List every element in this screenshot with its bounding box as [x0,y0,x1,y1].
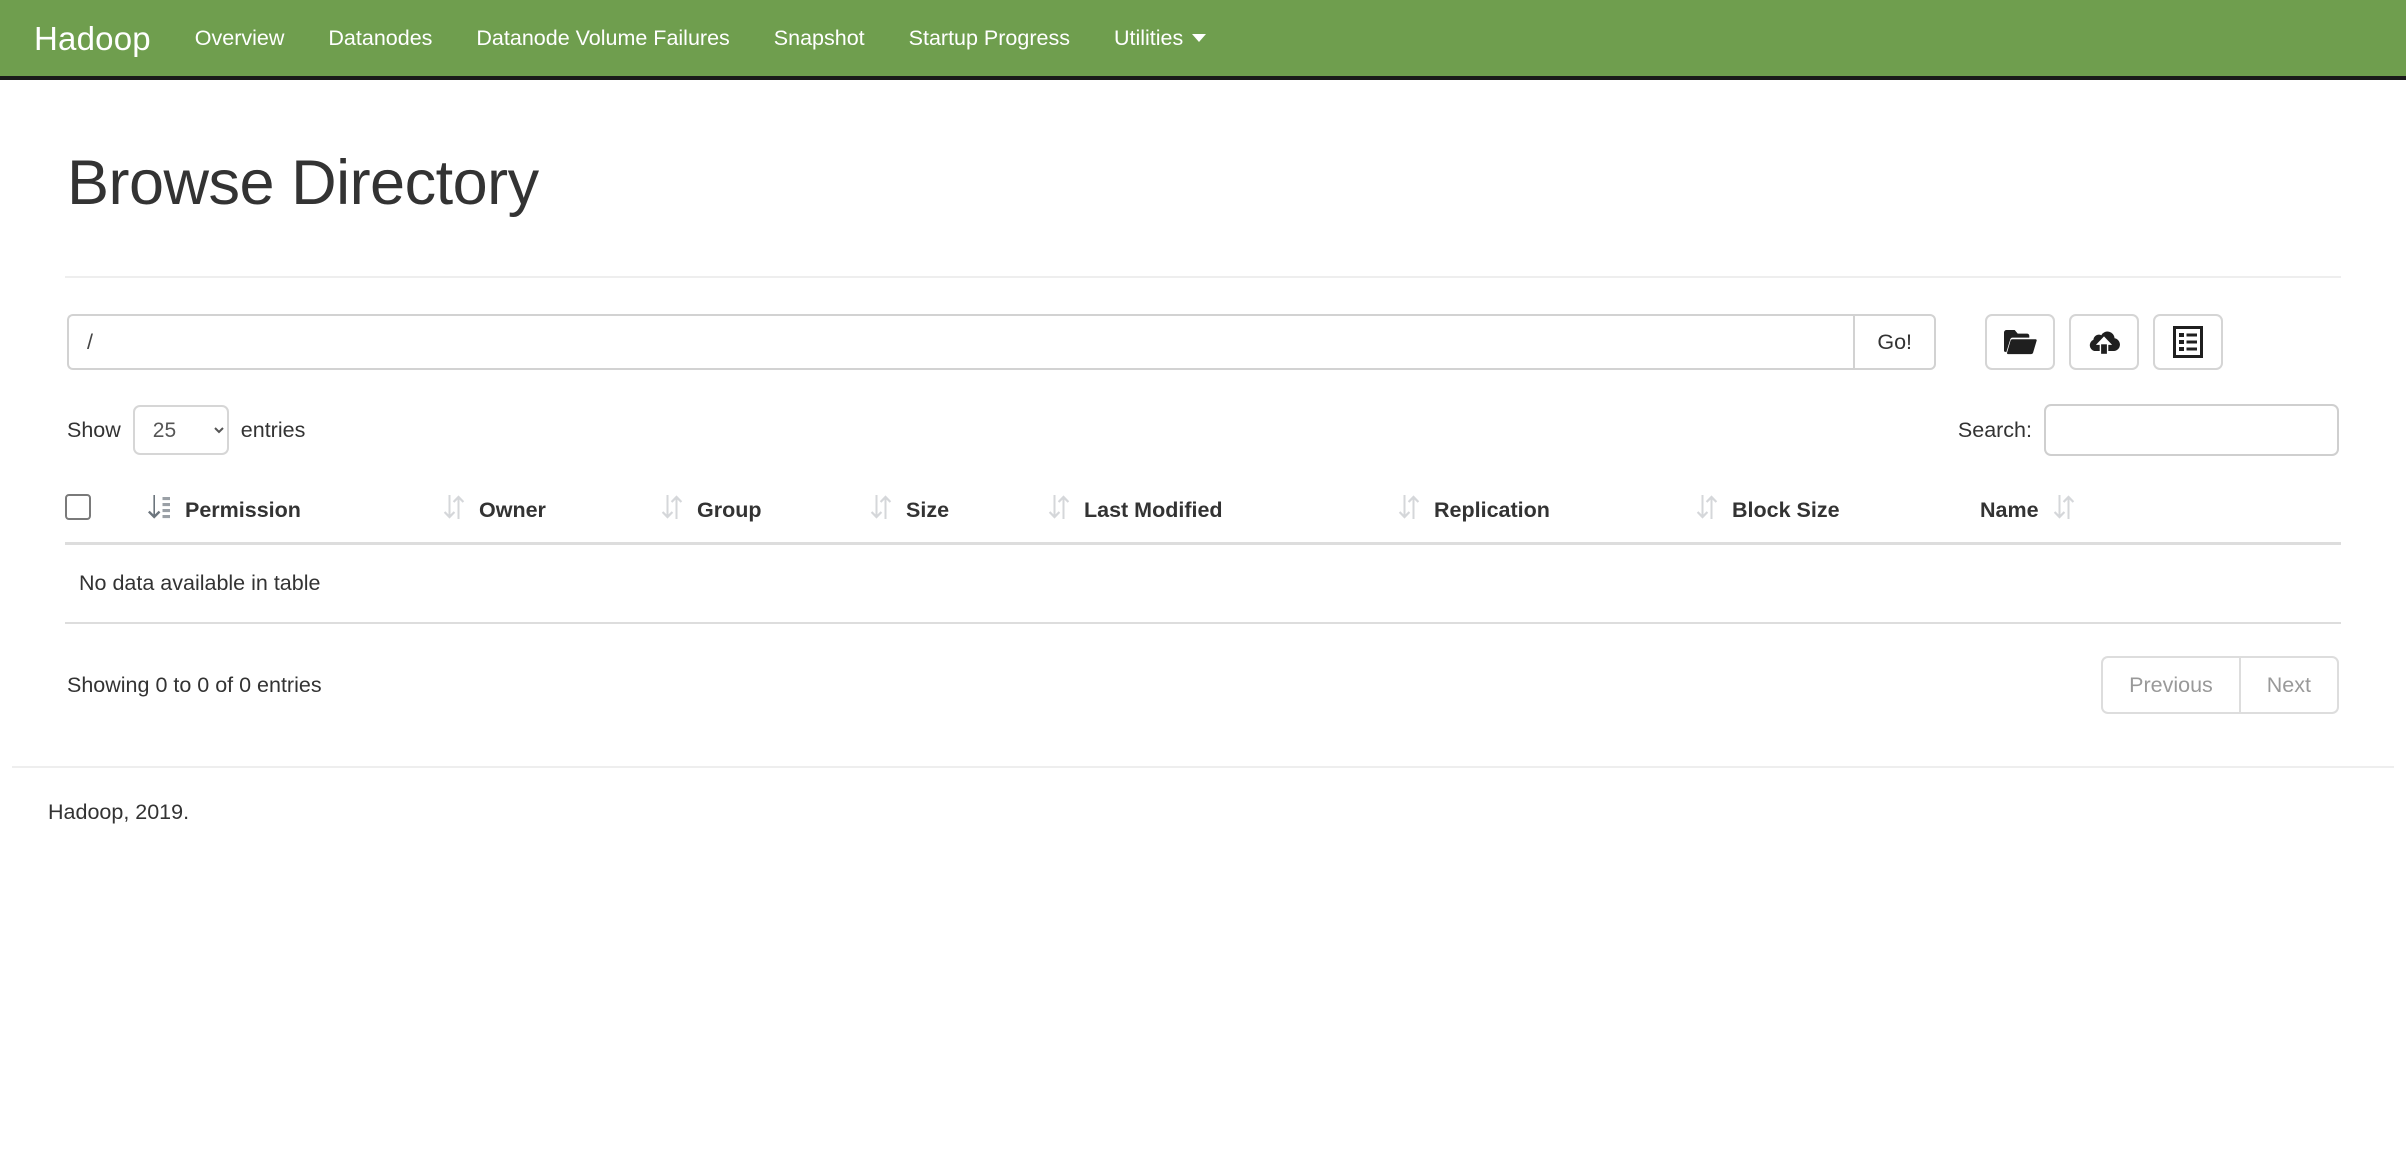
show-label: Show [67,417,121,442]
column-header-label: Group [697,497,762,522]
sort-updown-icon [870,494,892,526]
nav-item-datanode-volume-failures[interactable]: Datanode Volume Failures [454,0,751,76]
directory-path-input[interactable] [67,314,1854,371]
nav-item-datanodes[interactable]: Datanodes [306,0,454,76]
column-header-label: Size [906,497,950,522]
chevron-down-icon [1192,34,1207,42]
sort-updown-icon [2053,494,2075,526]
sort-updown-icon [661,494,683,526]
nav-item-label: Startup Progress [908,25,1070,50]
column-header-label: Owner [479,497,546,522]
table-body: No data available in table [65,543,2341,625]
column-header-label: Name [1980,497,2039,522]
entries-info: Showing 0 to 0 of 0 entries [67,672,322,697]
nav-item-utilities[interactable]: Utilities [1092,0,1228,76]
search-control: Search: [1957,404,2339,457]
upload-files-button[interactable] [2069,314,2139,371]
pagination: Previous Next [2101,656,2339,715]
nav-item-label: Utilities [1113,25,1184,50]
column-header-size[interactable]: Size [870,480,1048,546]
column-header-select-all [65,480,147,546]
footer-divider [12,766,2394,769]
nav-item-label: Overview [194,25,285,50]
table-header-row: Permission Owner Group Size Last Modifie… [65,480,2341,546]
sort-updown-icon [1048,494,1070,526]
footer-text: Hadoop, 2019. [48,800,190,825]
nav-item-label: Datanode Volume Failures [476,25,730,50]
select-all-checkbox[interactable] [65,494,91,521]
search-input[interactable] [2044,404,2339,457]
column-header-label: Permission [185,497,301,522]
column-header-name[interactable]: Name [1980,480,2341,546]
nav-item-label: Snapshot [773,25,865,50]
table-empty-row: No data available in table [65,543,2341,625]
entries-label: entries [240,417,306,442]
clipboard-list-icon [2173,326,2203,359]
path-input-group: Go! [67,314,1936,371]
brand-hadoop[interactable]: Hadoop [0,22,173,55]
path-bar: Go! [65,314,2341,371]
nav-item-overview[interactable]: Overview [173,0,307,76]
page-length-select[interactable]: 25 50 100 [132,405,229,456]
main-container: Browse Directory Go! [50,148,2356,715]
table-controls: Show 25 50 100 entries Search: [65,404,2341,457]
sort-updown-icon [1696,494,1718,526]
go-button[interactable]: Go! [1853,314,1936,371]
create-directory-button[interactable] [1985,314,2055,371]
path-action-buttons [1985,314,2223,371]
column-header-group[interactable]: Group [661,480,870,546]
top-navbar: Hadoop Overview Datanodes Datanode Volum… [0,0,2406,80]
cloud-upload-icon [2086,328,2122,356]
sort-amount-down-icon [147,494,171,526]
column-header-last-modified[interactable]: Last Modified [1048,480,1398,546]
page-title: Browse Directory [67,148,539,218]
nav-item-snapshot[interactable]: Snapshot [752,0,887,76]
next-page-button[interactable]: Next [2238,656,2339,715]
table-empty-message: No data available in table [65,543,2341,625]
table-footer: Showing 0 to 0 of 0 entries Previous Nex… [65,656,2341,715]
column-header-replication[interactable]: Replication [1398,480,1696,546]
table-head: Permission Owner Group Size Last Modifie… [65,480,2341,546]
primary-nav: Overview Datanodes Datanode Volume Failu… [173,0,1228,76]
column-header-label: Last Modified [1084,497,1223,522]
sort-updown-icon [1398,494,1420,526]
folder-open-icon [2003,328,2037,356]
column-header-label: Block Size [1732,497,1840,522]
column-header-permission[interactable]: Permission [147,480,443,546]
previous-page-button[interactable]: Previous [2101,656,2239,715]
cut-paste-clipboard-button[interactable] [2153,314,2223,371]
sort-updown-icon [443,494,465,526]
file-browser-table: Permission Owner Group Size Last Modifie… [65,480,2341,625]
column-header-label: Replication [1434,497,1550,522]
search-label: Search: [1957,417,2032,442]
column-header-block-size[interactable]: Block Size [1696,480,1980,546]
page-length-control: Show 25 50 100 entries [67,405,306,456]
column-header-owner[interactable]: Owner [443,480,661,546]
nav-item-startup-progress[interactable]: Startup Progress [887,0,1092,76]
nav-item-label: Datanodes [328,25,433,50]
title-divider [65,276,2341,279]
